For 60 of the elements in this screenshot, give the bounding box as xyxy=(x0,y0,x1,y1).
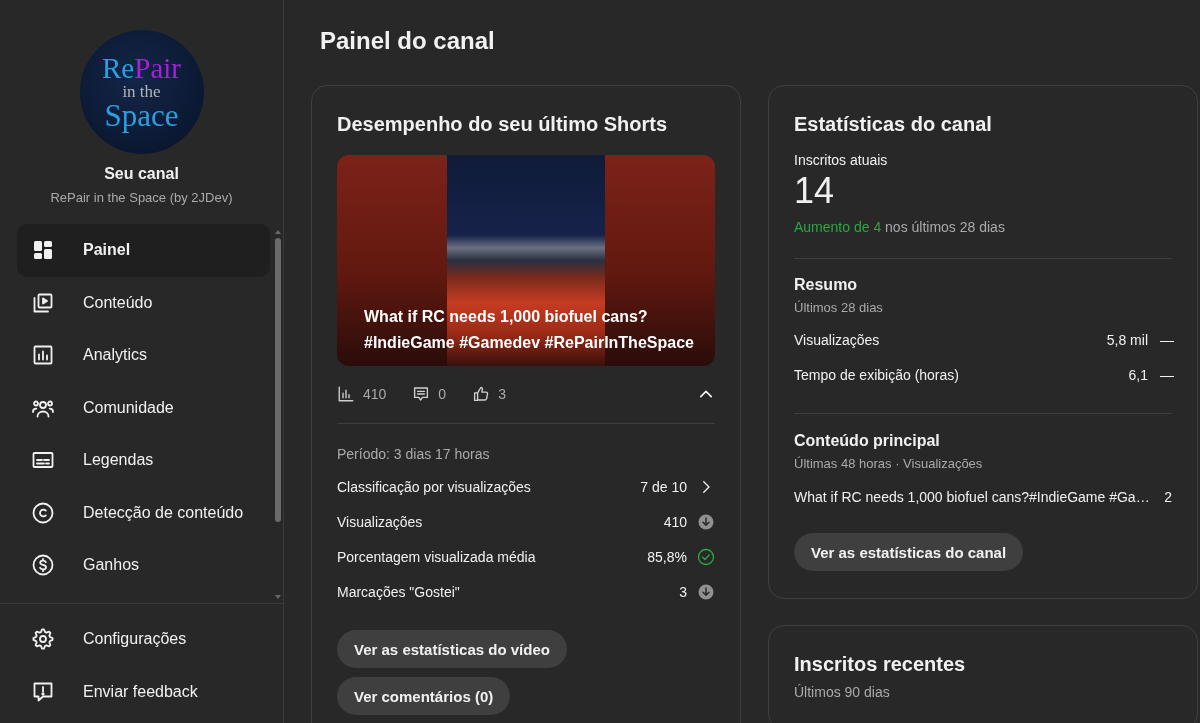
trend-text: — xyxy=(1160,366,1172,383)
dollar-circle-icon xyxy=(31,553,55,578)
card-title: Inscritos recentes xyxy=(794,652,967,677)
views-count: 410 xyxy=(363,386,387,402)
copyright-icon xyxy=(31,500,55,525)
channel-name: RePair in the Space (by 2JDev) xyxy=(50,189,233,207)
metric-label: Visualizações xyxy=(794,331,880,348)
metric-value: 3 xyxy=(679,583,687,600)
video-thumbnail[interactable]: What if RC needs 1,000 biofuel cans? #IndieGame #Gamedev #RePairInTheSpace xyxy=(337,155,715,366)
content-views: 2 xyxy=(1163,489,1172,505)
nav-item[interactable]: Ganhos xyxy=(17,539,270,592)
trend-text: — xyxy=(1160,331,1172,348)
section-period: Últimos 90 dias xyxy=(794,683,891,702)
nav-item[interactable]: Enviar feedback xyxy=(17,665,283,718)
thumbs-up-icon xyxy=(472,385,491,403)
arrow-down-circle-icon xyxy=(697,582,715,601)
channel-heading: Seu canal xyxy=(104,164,179,184)
action-button[interactable]: Ver comentários (0) xyxy=(337,677,511,715)
nav-item[interactable]: Comunidade xyxy=(17,381,270,434)
content-title[interactable]: What if RC needs 1,000 biofuel cans?#IndieGame #Ga… xyxy=(794,489,1150,505)
logo-text: RePair xyxy=(102,53,181,83)
subscriber-count: 14 xyxy=(794,171,836,211)
metric-value: 7 de 10 xyxy=(640,478,687,495)
card-title: Desempenho do seu último Shorts xyxy=(337,112,669,137)
check-circle-icon xyxy=(697,547,715,566)
section-title: Conteúdo principal xyxy=(794,431,941,451)
metric-label: Visualizações xyxy=(337,513,423,530)
metric-label: Classificação por visualizações xyxy=(337,478,531,495)
nav-item[interactable]: Painel xyxy=(17,224,270,277)
metric-label: Porcentagem visualizada média xyxy=(337,548,536,565)
logo-text: in the xyxy=(122,82,161,100)
likes-count: 3 xyxy=(498,386,506,402)
page-title: Painel do canal xyxy=(320,26,496,56)
bar-chart-icon xyxy=(337,385,355,403)
metric-value: 85,8% xyxy=(647,548,687,565)
card-title: Estatísticas do canal xyxy=(794,112,993,137)
comment-icon xyxy=(412,385,431,403)
nav-item[interactable]: Conteúdo xyxy=(17,276,270,329)
nav-item[interactable]: Configurações xyxy=(17,613,283,666)
subscriber-growth-text: Aumento de 4 nos últimos 28 dias xyxy=(794,218,1006,237)
period-text: Período: 3 dias 17 horas xyxy=(337,445,491,464)
metric-value: 6,1 xyxy=(1128,366,1148,383)
logo-text: Space xyxy=(104,99,179,131)
nav-item[interactable]: Analytics xyxy=(17,329,270,382)
action-button[interactable]: Ver as estatísticas do vídeo xyxy=(337,630,567,668)
metric-value: 410 xyxy=(663,513,687,530)
nav-item[interactable]: Legendas xyxy=(17,434,270,487)
settings-icon xyxy=(31,627,55,652)
comments-count: 0 xyxy=(438,386,447,402)
metric-label: Marcações "Gostei" xyxy=(337,583,460,600)
video-title: What if RC needs 1,000 biofuel cans? #IndieGame #Gamedev #RePairInTheSpace xyxy=(364,307,695,353)
metric-label: Tempo de exibição (horas) xyxy=(794,366,959,383)
metric-value: 5,8 mil xyxy=(1106,331,1148,348)
action-button[interactable]: Ver as estatísticas do canal xyxy=(794,533,1024,571)
section-period: Últimas 48 horas · Visualizações xyxy=(794,455,984,473)
section-title: Resumo xyxy=(794,275,859,295)
subscribers-label: Inscritos atuais xyxy=(794,151,889,170)
section-period: Últimos 28 dias xyxy=(794,299,884,317)
arrow-down-circle-icon xyxy=(697,512,715,531)
nav-item[interactable]: Detecção de conteúdo xyxy=(17,486,270,539)
